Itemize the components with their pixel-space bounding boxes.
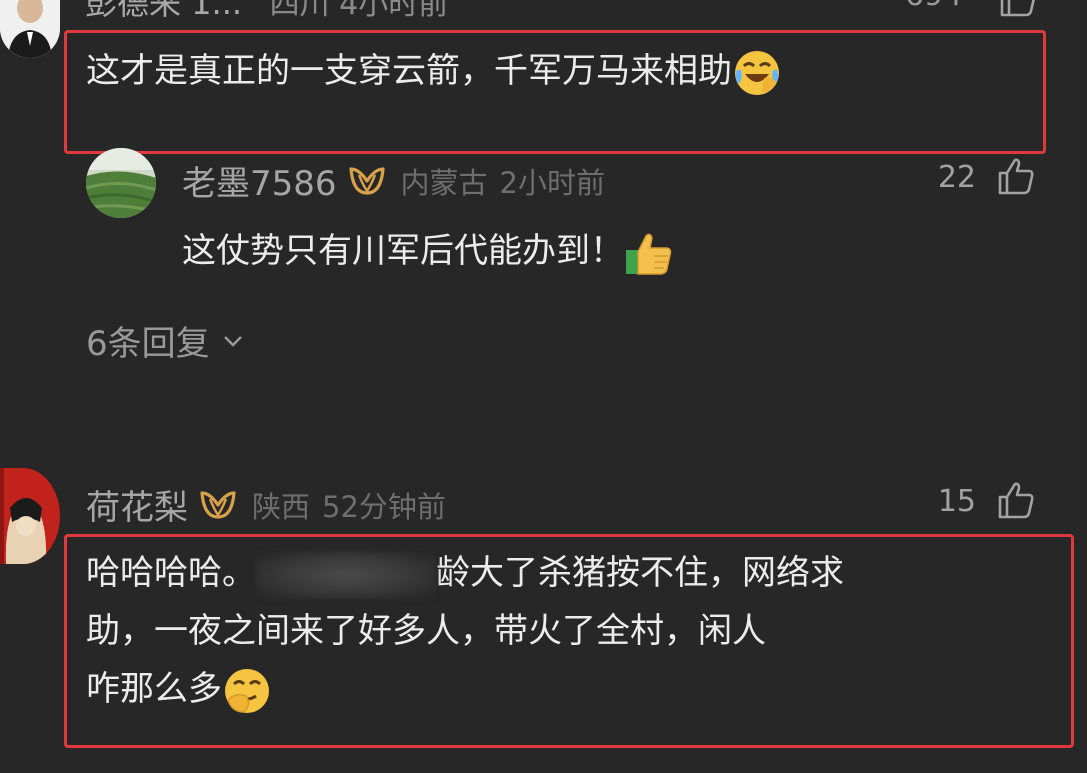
replies-link-label: 6条回复 (86, 324, 210, 364)
like-count-value: 694 (905, 0, 962, 13)
comment-location: 陕西 (252, 489, 311, 524)
vip-badge-icon (348, 166, 385, 195)
reply-username[interactable]: 老墨7586 (182, 156, 337, 205)
comment-text: 这才是真正的一支穿云箭，千军万马来相助 (86, 51, 732, 91)
laughing-crying-emoji (735, 50, 779, 95)
thumbs-up-icon[interactable] (996, 480, 1036, 520)
comment-time: 52分钟前 (322, 489, 446, 524)
commenter-name[interactable]: 荷花梨 (86, 480, 188, 529)
thumbs-up-icon[interactable] (998, 0, 1038, 18)
comment-location-time: 四川 4小时前 (269, 0, 449, 22)
reply-location: 内蒙古 (400, 165, 488, 200)
reply-header: 老墨7586 内蒙古 2小时前 (182, 156, 605, 205)
reply-avatar[interactable] (86, 148, 156, 218)
giggle-emoji (225, 668, 269, 713)
comment-line: 助，一夜之间来了好多人，带火了全村，闲人 (86, 602, 1046, 660)
user-avatar[interactable] (0, 468, 60, 564)
comment-text: 助，一夜之间来了好多人，带火了全村，闲人 (86, 611, 766, 651)
chevron-down-icon (223, 335, 242, 347)
redacted-blur (256, 550, 436, 599)
comment-header: 荷花梨 陕西 52分钟前 (86, 480, 446, 529)
thumbs-up-icon[interactable] (996, 156, 1036, 196)
thumbs-up-emoji (626, 233, 672, 275)
comment-text: 咋那么多 (86, 669, 222, 709)
comment-header: 彭德来 1... 四川 4小时前 (85, 0, 448, 22)
comment-line: 哈哈哈哈。 龄大了杀猪按不住，网络求 (86, 544, 1046, 602)
comment-body: 这才是真正的一支穿云箭，千军万马来相助 (86, 42, 782, 100)
reply-time: 2小时前 (499, 165, 605, 200)
like-count: 694 (905, 0, 962, 13)
comment-text: 龄大了杀猪按不住，网络求 (436, 553, 844, 593)
comment-text: 哈哈哈哈。 (86, 553, 256, 593)
vip-badge-icon (200, 490, 236, 519)
comment-body: 哈哈哈哈。 龄大了杀猪按不住，网络求 助，一夜之间来了好多人，带火了全村，闲人 咋… (86, 544, 1046, 718)
commenter-name[interactable]: 彭德来 1... (85, 0, 242, 22)
user-avatar[interactable] (0, 0, 60, 58)
view-replies-link[interactable]: 6条回复 (86, 316, 244, 365)
reply-text: 这仗势只有川军后代能办到！ (182, 231, 624, 271)
reply-like-count: 22 (937, 160, 976, 195)
comment-feed: 彭德来 1... 四川 4小时前 694 这才是真正的一支穿云箭，千军万马来相助 (0, 0, 1087, 773)
like-count: 15 (937, 484, 976, 519)
comment-line: 咋那么多 (86, 660, 1046, 718)
reply-body: 这仗势只有川军后代能办到！ (182, 222, 674, 280)
